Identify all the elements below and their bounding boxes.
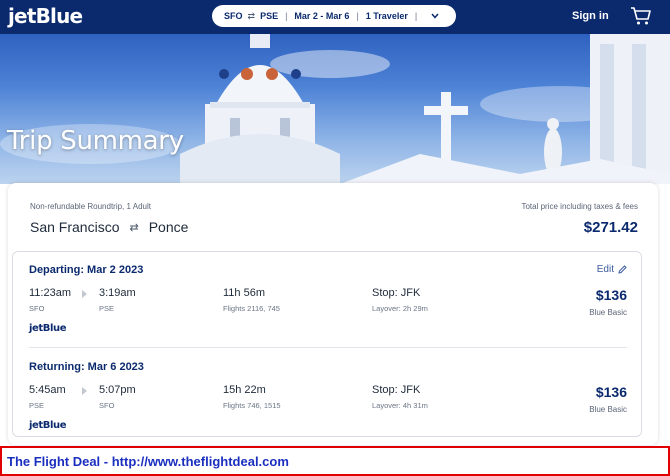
arrow-right-icon	[82, 387, 87, 395]
depart-airport: PSE	[29, 401, 45, 410]
destination-code: PSE	[260, 11, 279, 21]
flight-numbers: Flights 2116, 745	[223, 304, 280, 313]
flight-deal-banner: The Flight Deal - http://www.theflightde…	[0, 446, 670, 476]
edit-label: Edit	[596, 264, 614, 275]
total-price: $271.42	[583, 219, 638, 236]
trip-summary-card: Non-refundable Roundtrip, 1 Adult Total …	[8, 183, 658, 445]
top-nav-bar: jetBlue SFO ⇄ PSE | Mar 2 - Mar 6 | 1 Tr…	[0, 0, 670, 34]
leg-title: Departing: Mar 2 2023	[29, 264, 144, 276]
layover-info: Layover: 4h 31m	[372, 401, 428, 410]
divider: |	[356, 11, 359, 21]
swap-icon: ⇄	[247, 10, 256, 21]
stop-info: Stop: JFK	[372, 287, 421, 299]
trip-dates: Mar 2 - Mar 6	[294, 11, 350, 21]
trip-search-pill[interactable]: SFO ⇄ PSE | Mar 2 - Mar 6 | 1 Traveler |	[212, 5, 456, 27]
divider	[29, 347, 627, 348]
chevron-down-icon[interactable]	[431, 12, 439, 21]
pencil-icon	[618, 265, 627, 274]
arrow-right-icon	[82, 290, 87, 298]
jetblue-logo[interactable]: jetBlue	[8, 4, 83, 28]
fare-type: Blue Basic	[589, 308, 627, 317]
flight-numbers: Flights 746, 1515	[223, 401, 281, 410]
leg-price: $136	[595, 384, 627, 400]
layover-info: Layover: 2h 29m	[372, 304, 428, 313]
divider: |	[414, 11, 418, 21]
arrive-time: 5:07pm	[99, 384, 136, 396]
stop-info: Stop: JFK	[372, 384, 421, 396]
depart-time: 11:23am	[29, 287, 71, 299]
divider: |	[285, 11, 288, 21]
leg-title: Returning: Mar 6 2023	[29, 361, 144, 373]
flight-deal-link[interactable]: The Flight Deal - http://www.theflightde…	[7, 454, 289, 469]
total-price-label: Total price including taxes & fees	[521, 202, 638, 211]
sign-in-link[interactable]: Sign in	[572, 10, 609, 22]
origin-city: San Francisco	[30, 219, 120, 235]
flight-details-panel: Departing: Mar 2 2023 Edit 11:23am SFO 3…	[12, 251, 642, 437]
origin-code: SFO	[224, 11, 243, 21]
destination-city: Ponce	[148, 219, 189, 235]
arrive-time: 3:19am	[99, 287, 136, 299]
page-title: Trip Summary	[7, 126, 184, 156]
duration: 15h 22m	[223, 384, 266, 396]
leg-price: $136	[595, 287, 627, 303]
hero-banner: Trip Summary	[0, 34, 670, 184]
duration: 11h 56m	[223, 287, 265, 299]
arrive-airport: SFO	[99, 401, 115, 410]
depart-time: 5:45am	[29, 384, 66, 396]
depart-airport: SFO	[29, 304, 45, 313]
route-summary: San Francisco ⇄ Ponce	[30, 219, 188, 235]
arrive-airport: PSE	[99, 304, 115, 313]
trip-type-label: Non-refundable Roundtrip, 1 Adult	[30, 202, 151, 211]
swap-icon: ⇄	[129, 221, 139, 234]
traveler-count: 1 Traveler	[365, 11, 408, 21]
edit-link[interactable]: Edit	[597, 264, 627, 275]
carrier-logo: jetBlue	[29, 420, 67, 431]
church-illustration	[0, 34, 670, 184]
carrier-logo: jetBlue	[29, 323, 67, 334]
fare-type: Blue Basic	[589, 405, 627, 414]
cart-icon[interactable]	[630, 6, 652, 26]
